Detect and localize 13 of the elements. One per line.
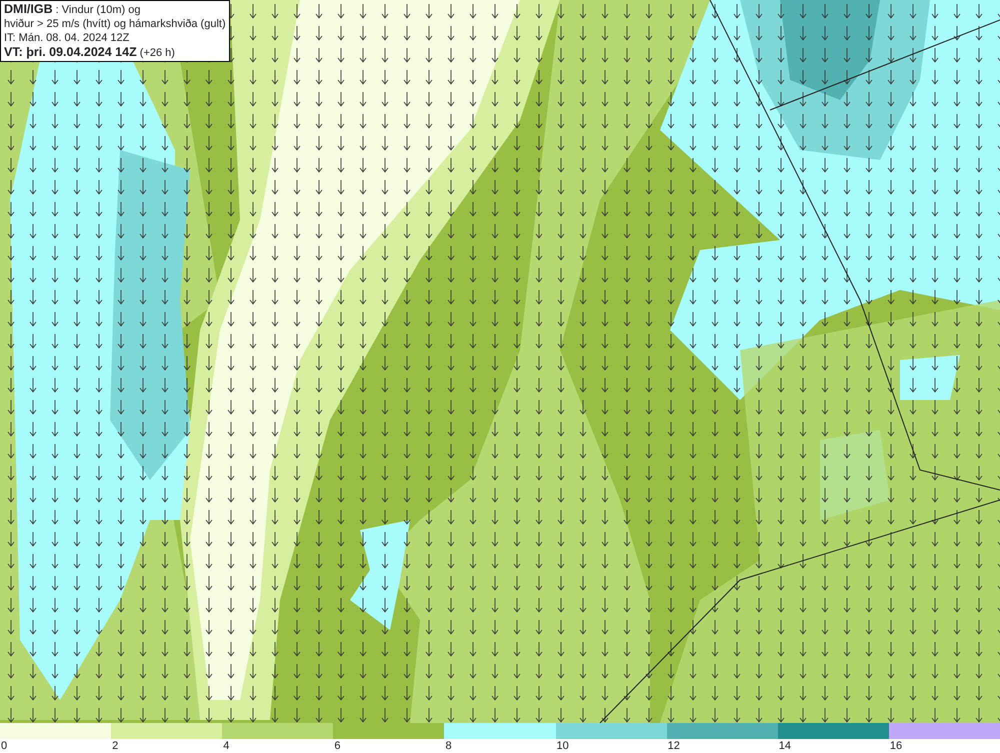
info-line: IT: Mán. 08. 04. 2024 12Z — [4, 31, 130, 45]
legend-label: 16 — [890, 740, 902, 752]
legend-label: 2 — [112, 740, 118, 752]
legend-label: 12 — [668, 740, 680, 752]
info-line: VT: þri. 09.04.2024 14Z (+26 h) — [4, 45, 176, 60]
legend-label: 4 — [223, 740, 230, 752]
legend-label: 14 — [778, 740, 792, 752]
info-line: DMI/IGB : Vindur (10m) og — [4, 2, 142, 17]
info-line: hviður > 25 m/s (hvítt) og hámarkshviða (gult) — [4, 17, 226, 31]
legend-label: 10 — [556, 740, 569, 752]
legend-label: 8 — [445, 740, 452, 752]
legend-label: 0 — [1, 740, 8, 752]
legend-label: 6 — [334, 740, 340, 752]
